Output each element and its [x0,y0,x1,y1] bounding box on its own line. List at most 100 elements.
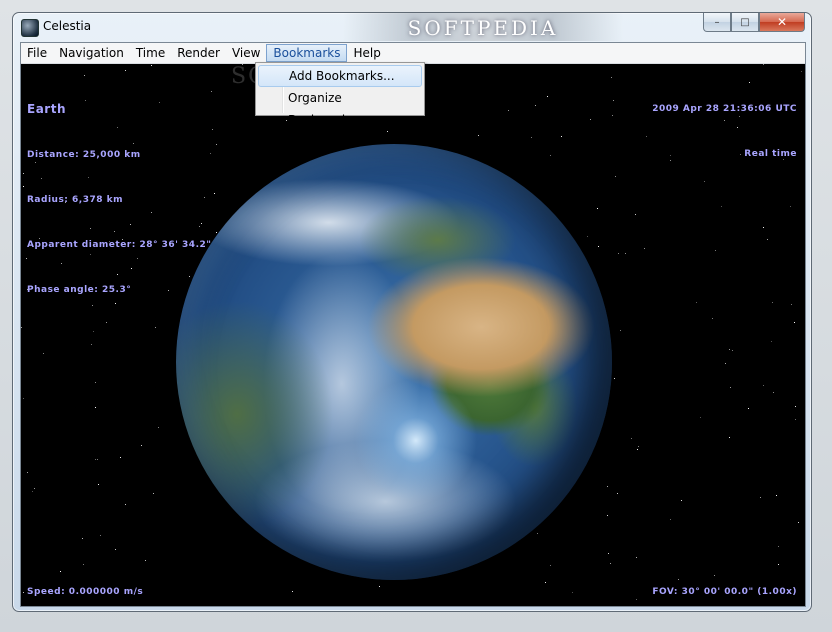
star [547,96,548,97]
star [23,186,24,187]
star [478,135,479,136]
hud-time-info: 2009 Apr 28 21:36:06 UTC Real time [652,72,797,192]
star [607,515,608,516]
menu-bookmarks[interactable]: Bookmarks [266,44,348,62]
star [23,173,24,174]
star [82,538,83,539]
star [618,253,619,254]
star [95,459,96,460]
star [771,341,772,342]
star [27,472,28,473]
star [508,110,509,111]
star [120,457,121,458]
space-viewport[interactable]: SOFTPEDIA Earth Distance: 25,000 km Radi… [21,64,805,606]
hud-apparent-diameter: Apparent diameter: 28° 36' 34.2" [27,240,212,250]
star [795,419,796,420]
star [614,378,615,379]
star [721,206,722,207]
menu-view[interactable]: View [226,44,266,62]
star [598,246,599,247]
star [772,302,773,303]
softpedia-banner: SOFTPEDIA [343,13,623,41]
star [610,563,611,564]
star [83,564,84,565]
minimize-button[interactable]: – [703,13,731,32]
window-controls: – □ ✕ [703,13,805,32]
star [607,486,608,487]
star [531,137,532,138]
star [730,387,731,388]
hud-object-name: Earth [27,102,66,116]
star [778,564,779,565]
star [141,445,142,446]
star [93,331,94,332]
star [537,533,538,534]
close-button[interactable]: ✕ [759,13,805,32]
star [625,253,626,254]
menu-time[interactable]: Time [130,44,171,62]
star [561,136,562,137]
earth-globe[interactable] [176,144,612,580]
star [790,206,791,207]
star [611,77,612,78]
star [636,557,637,558]
star [535,105,536,106]
menu-file[interactable]: File [21,44,53,62]
star [98,484,99,485]
window-title: Celestia [43,19,92,33]
star [550,565,551,566]
star [767,239,768,240]
star [91,344,92,345]
title-bar[interactable]: Celestia SOFTPEDIA – □ ✕ [13,13,811,41]
menu-navigation[interactable]: Navigation [53,44,130,62]
star [715,250,716,251]
star [760,497,761,498]
star [725,363,726,364]
star [212,129,213,130]
star [151,65,152,66]
star [795,406,796,407]
star [644,248,645,249]
star [612,115,613,116]
star [216,144,217,145]
star [776,495,777,496]
maximize-button[interactable]: □ [731,13,759,32]
star [95,407,96,408]
star [587,236,588,237]
star [23,398,24,399]
star [763,227,764,228]
star [292,591,293,592]
star [60,571,61,572]
organize-bookmarks-menu-item[interactable]: Organize Bookmarks... [258,87,422,127]
star [712,318,713,319]
star [590,119,591,120]
star [801,71,802,72]
star [214,193,215,194]
star [125,504,126,505]
hud-object-info: Earth Distance: 25,000 km Radius: 6,378 … [27,70,211,328]
star [43,353,44,354]
menu-render[interactable]: Render [171,44,226,62]
star [550,155,551,156]
star [153,493,154,494]
celestia-window: Celestia SOFTPEDIA – □ ✕ File Navigation… [12,12,812,612]
star [637,449,638,450]
hud-speed: Speed: 0.000000 m/s [27,587,144,597]
add-bookmarks-menu-item[interactable]: Add Bookmarks... [258,65,422,87]
star [387,131,388,132]
menu-help[interactable]: Help [347,44,386,62]
star [100,535,101,536]
hud-phase-angle: Phase angle: 25.3° [27,285,132,295]
star [681,500,682,501]
star [636,599,637,600]
star [34,488,35,489]
minimize-icon: – [714,16,720,28]
star [778,546,779,547]
celestia-app-icon [21,19,39,37]
star [763,64,764,65]
hud-time-rate: Real time [744,149,797,159]
star [763,385,764,386]
star [597,208,598,209]
star [638,446,639,447]
star [791,304,792,305]
